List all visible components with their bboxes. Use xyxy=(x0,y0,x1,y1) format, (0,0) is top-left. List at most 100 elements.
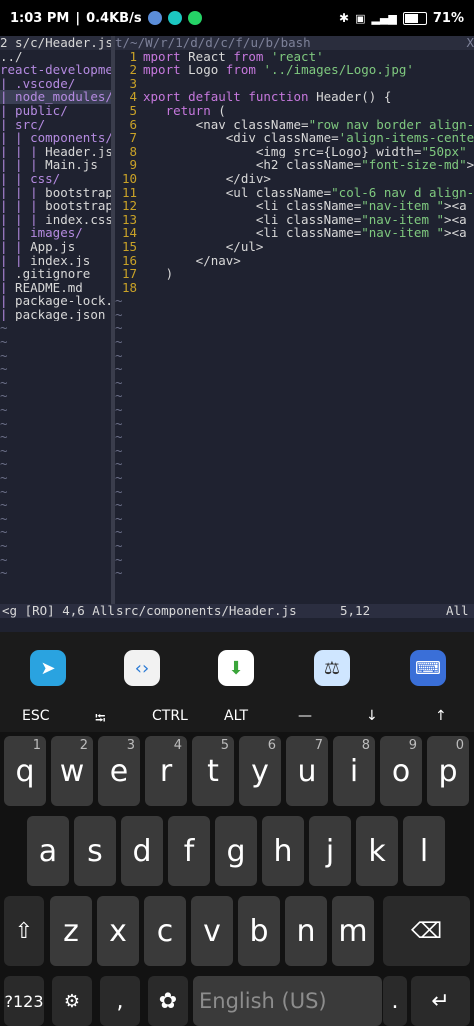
emoji-fn-key[interactable]: ⚙ xyxy=(52,976,92,1026)
line-number: 13 xyxy=(121,212,137,227)
tree-guide: | | | xyxy=(0,144,38,159)
code-token: "nav-item " xyxy=(361,199,445,213)
key-w[interactable]: w2 xyxy=(51,736,93,806)
tree-item[interactable]: | .gitignore xyxy=(0,267,111,281)
code-line[interactable]: 1 mport React from 'react' xyxy=(115,50,474,64)
spacebar-key[interactable]: English (US) xyxy=(193,976,382,1026)
code-line[interactable]: 5 return ( xyxy=(115,104,474,118)
tree-item[interactable]: | src/ xyxy=(0,118,111,132)
comma-key[interactable]: , xyxy=(100,976,140,1026)
code-line[interactable]: 6 <nav className="row nav border align-i… xyxy=(115,118,474,132)
code-editor-pane[interactable]: t/~/W/r/1/d/d/c/f/u/b/bash X 1 mport React… xyxy=(115,36,474,618)
file-tree-pane[interactable]: 2 s/c/Header.js ../react-developme | .vsc… xyxy=(0,36,111,618)
key-t[interactable]: t5 xyxy=(192,736,234,806)
code-line[interactable]: 16 </nav> xyxy=(115,254,474,268)
tree-item[interactable]: | | | index.css xyxy=(0,213,111,227)
code-line[interactable]: 15 </ul> xyxy=(115,240,474,254)
code-line[interactable]: 11 <ul className="col-6 nav d align-it xyxy=(115,186,474,200)
code-line[interactable]: 13 <li className="nav-item "><a hr xyxy=(115,213,474,227)
symbols-key[interactable]: ?123 xyxy=(4,976,44,1026)
key-label: t xyxy=(207,753,219,789)
key-e[interactable]: e3 xyxy=(98,736,140,806)
tree-item[interactable]: | | App.js xyxy=(0,240,111,254)
key-u[interactable]: u7 xyxy=(286,736,328,806)
tree-item[interactable]: | | images/ xyxy=(0,226,111,240)
key-i[interactable]: i8 xyxy=(333,736,375,806)
tree-item[interactable]: react-developme xyxy=(0,63,111,77)
code-editor-app-icon[interactable]: ‹› xyxy=(124,650,160,686)
code-line[interactable]: 18 xyxy=(115,281,474,295)
tree-item[interactable]: | | | Header.js xyxy=(0,145,111,159)
code-line[interactable]: 17 ) xyxy=(115,267,474,281)
alt-key[interactable]: ALT xyxy=(224,708,248,724)
line-number: 15 xyxy=(121,239,137,254)
tree-item[interactable]: ../ xyxy=(0,50,111,64)
tree-item[interactable]: | | css/ xyxy=(0,172,111,186)
download-manager-icon[interactable]: ⬇ xyxy=(218,650,254,686)
globe-key[interactable]: ✿ xyxy=(148,976,188,1026)
tree-item[interactable]: | README.md xyxy=(0,281,111,295)
key-v[interactable]: v xyxy=(191,896,233,966)
key-m[interactable]: m xyxy=(332,896,374,966)
code-line[interactable]: 8 <img src={Logo} width="50px" al xyxy=(115,145,474,159)
tree-item[interactable]: | | | bootstrap xyxy=(0,186,111,200)
key-g[interactable]: g xyxy=(215,816,257,886)
code-line[interactable]: 4 xport default function Header() { xyxy=(115,90,474,104)
key-f[interactable]: f xyxy=(168,816,210,886)
key-d[interactable]: d xyxy=(121,816,163,886)
tab-key[interactable]: ⭾ xyxy=(95,708,106,732)
esc-key[interactable]: ESC xyxy=(22,708,50,724)
tree-item[interactable]: | | index.js xyxy=(0,254,111,268)
key-y[interactable]: y6 xyxy=(239,736,281,806)
key-n[interactable]: n xyxy=(285,896,327,966)
shift-key[interactable]: ⇧ xyxy=(4,896,44,966)
dash-key[interactable]: — xyxy=(298,708,312,724)
tree-item[interactable]: | | components/ xyxy=(0,131,111,145)
key-p[interactable]: p0 xyxy=(427,736,469,806)
key-z[interactable]: z xyxy=(50,896,92,966)
key-k[interactable]: k xyxy=(356,816,398,886)
up-arrow-key[interactable]: ↑ xyxy=(435,708,447,724)
telegram-icon[interactable]: ➤ xyxy=(30,650,66,686)
code-line[interactable]: 7 <div className='align-items-center xyxy=(115,131,474,145)
tree-item[interactable]: | public/ xyxy=(0,104,111,118)
tree-item[interactable]: | package-lock. xyxy=(0,294,111,308)
key-x[interactable]: x xyxy=(97,896,139,966)
key-b[interactable]: b xyxy=(238,896,280,966)
tree-item[interactable]: | | | bootstrap xyxy=(0,199,111,213)
balance-app-icon[interactable]: ⚖ xyxy=(314,650,350,686)
key-r[interactable]: r4 xyxy=(145,736,187,806)
close-tab-icon[interactable]: X xyxy=(466,36,474,50)
tree-item[interactable]: | node_modules/ xyxy=(0,90,111,104)
key-label: e xyxy=(109,753,129,789)
left-tab[interactable]: 2 s/c/Header.js xyxy=(0,36,111,50)
line-number: 3 xyxy=(129,76,137,91)
key-q[interactable]: q1 xyxy=(4,736,46,806)
enter-key[interactable]: ↵ xyxy=(411,976,470,1026)
code-line[interactable]: 14 <li className="nav-item "><a hr xyxy=(115,226,474,240)
code-token: React xyxy=(188,49,234,64)
code-line[interactable]: 10 </div> xyxy=(115,172,474,186)
code-line[interactable]: 12 <li className="nav-item "><a hr xyxy=(115,199,474,213)
backspace-key[interactable]: ⌫ xyxy=(383,896,470,966)
code-line[interactable]: 2 mport Logo from '../images/Logo.jpg' xyxy=(115,63,474,77)
terminal-window[interactable]: 2 s/c/Header.js ../react-developme | .vsc… xyxy=(0,36,474,632)
ctrl-key[interactable]: CTRL xyxy=(152,708,188,724)
key-s[interactable]: s xyxy=(74,816,116,886)
down-arrow-key[interactable]: ↓ xyxy=(366,708,378,724)
tree-item[interactable]: | .vscode/ xyxy=(0,77,111,91)
code-line[interactable]: 9 <h2 className="font-size-md">Wi xyxy=(115,158,474,172)
key-h[interactable]: h xyxy=(262,816,304,886)
code-line[interactable]: 3 xyxy=(115,77,474,91)
tree-item[interactable]: | package.json xyxy=(0,308,111,322)
key-o[interactable]: o9 xyxy=(380,736,422,806)
key-c[interactable]: c xyxy=(144,896,186,966)
right-tab[interactable]: t/~/W/r/1/d/d/c/f/u/b/bash X xyxy=(115,36,474,50)
period-key[interactable]: . xyxy=(383,976,407,1026)
key-a[interactable]: a xyxy=(27,816,69,886)
keyboard-app-icon[interactable]: ⌨ xyxy=(410,650,446,686)
tree-guide: | | xyxy=(0,226,23,240)
key-j[interactable]: j xyxy=(309,816,351,886)
tree-item[interactable]: | | | Main.js xyxy=(0,158,111,172)
key-l[interactable]: l xyxy=(403,816,445,886)
